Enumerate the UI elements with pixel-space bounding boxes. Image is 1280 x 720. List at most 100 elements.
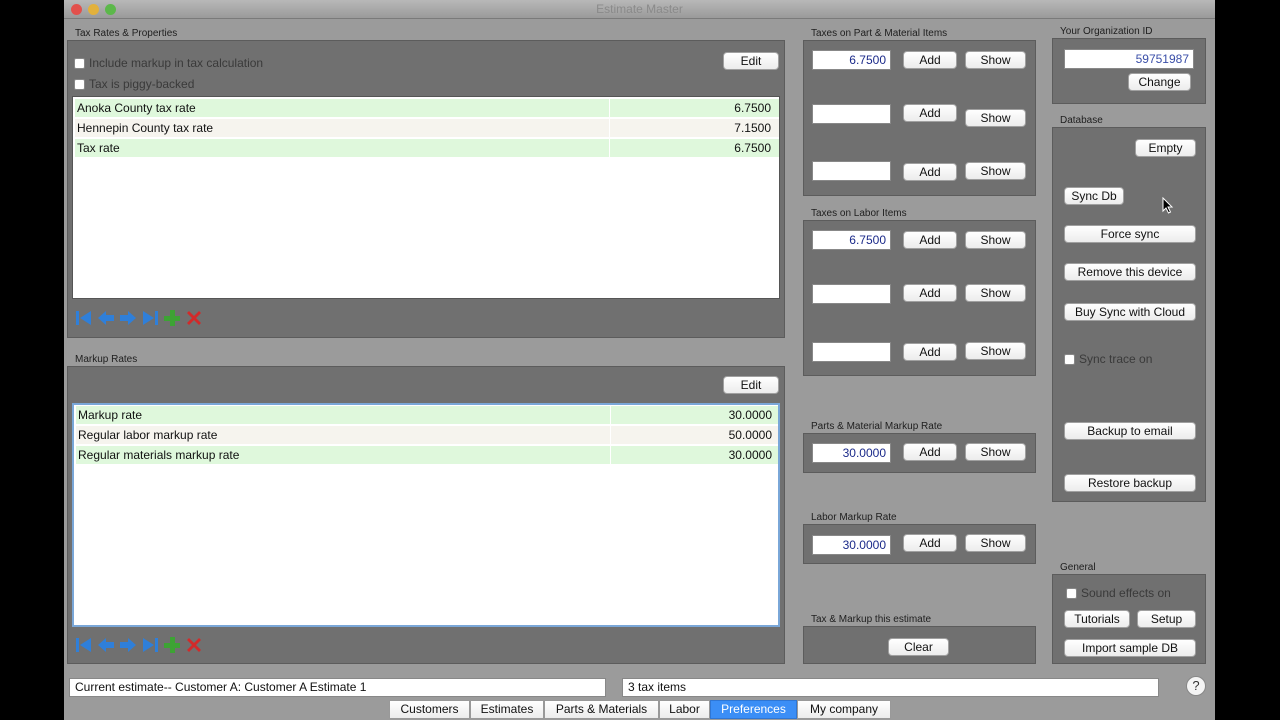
taxes-parts-show-button-2[interactable]: Show <box>965 109 1026 127</box>
parts-markup-section-label: Parts & Material Markup Rate <box>811 421 943 432</box>
last-record-icon[interactable] <box>140 308 160 328</box>
backup-email-button[interactable]: Backup to email <box>1064 422 1196 440</box>
row-value: 30.0000 <box>728 408 772 422</box>
window-title: Estimate Master <box>596 2 683 16</box>
org-id-field[interactable]: 59751987 <box>1064 49 1194 69</box>
taxes-labor-field-1[interactable]: 6.7500 <box>812 230 891 250</box>
change-org-button[interactable]: Change <box>1128 73 1191 91</box>
tab-parts-materials[interactable]: Parts & Materials <box>544 700 659 719</box>
sound-effects-label: Sound effects on <box>1081 586 1171 600</box>
checkbox-box[interactable] <box>1066 587 1077 599</box>
next-record-icon[interactable] <box>118 308 138 328</box>
taxes-parts-add-button-1[interactable]: Add <box>903 51 957 69</box>
tab-labor[interactable]: Labor <box>659 700 710 719</box>
org-panel <box>1052 38 1206 104</box>
force-sync-button[interactable]: Force sync <box>1064 225 1196 243</box>
previous-record-icon[interactable] <box>96 308 116 328</box>
table-row[interactable]: Regular labor markup rate 50.0000 <box>76 426 778 444</box>
taxes-parts-field-1[interactable]: 6.7500 <box>812 50 891 70</box>
delete-record-icon[interactable] <box>184 308 204 328</box>
sync-trace-label: Sync trace on <box>1079 352 1153 366</box>
buy-sync-button[interactable]: Buy Sync with Cloud <box>1064 303 1196 321</box>
row-name: Hennepin County tax rate <box>77 121 214 135</box>
checkbox-box[interactable] <box>1064 353 1075 365</box>
labor-markup-show-button[interactable]: Show <box>965 534 1026 552</box>
table-row[interactable]: Tax rate 6.7500 <box>75 139 779 157</box>
tab-customers[interactable]: Customers <box>389 700 470 719</box>
last-record-icon[interactable] <box>140 635 160 655</box>
remove-device-button[interactable]: Remove this device <box>1064 263 1196 281</box>
taxes-parts-show-button-3[interactable]: Show <box>965 162 1026 180</box>
labor-markup-section-label: Labor Markup Rate <box>811 512 897 523</box>
first-record-icon[interactable] <box>74 308 94 328</box>
piggy-backed-checkbox[interactable]: Tax is piggy-backed <box>74 77 194 91</box>
taxes-labor-field-3[interactable] <box>812 342 891 362</box>
estimate-tax-section-label: Tax & Markup this estimate <box>811 614 932 625</box>
taxes-parts-add-button-3[interactable]: Add <box>903 163 957 181</box>
empty-db-button[interactable]: Empty <box>1135 139 1196 157</box>
add-record-icon[interactable] <box>162 635 182 655</box>
restore-backup-button[interactable]: Restore backup <box>1064 474 1196 492</box>
taxes-parts-section-label: Taxes on Part & Material Items <box>811 28 948 39</box>
tab-my-company[interactable]: My company <box>797 700 891 719</box>
row-name: Regular labor markup rate <box>78 428 218 442</box>
table-row[interactable]: Hennepin County tax rate 7.1500 <box>75 119 779 137</box>
import-sample-db-button[interactable]: Import sample DB <box>1064 639 1196 657</box>
general-section-label: General <box>1060 562 1096 573</box>
row-value: 50.0000 <box>728 428 772 442</box>
parts-markup-show-button[interactable]: Show <box>965 443 1026 461</box>
taxes-parts-show-button-1[interactable]: Show <box>965 51 1026 69</box>
taxes-parts-add-button-2[interactable]: Add <box>903 104 957 122</box>
sync-db-button[interactable]: Sync Db <box>1064 187 1124 205</box>
delete-record-icon[interactable] <box>184 635 204 655</box>
sync-trace-checkbox[interactable]: Sync trace on <box>1064 352 1152 366</box>
database-section-label: Database <box>1060 115 1103 126</box>
tax-rates-table: Anoka County tax rate 6.7500 Hennepin Co… <box>72 96 780 299</box>
parts-markup-add-button[interactable]: Add <box>903 443 957 461</box>
labor-markup-add-button[interactable]: Add <box>903 534 957 552</box>
table-row[interactable]: Regular materials markup rate 30.0000 <box>76 446 778 464</box>
add-record-icon[interactable] <box>162 308 182 328</box>
sound-effects-checkbox[interactable]: Sound effects on <box>1066 586 1171 600</box>
org-section-label: Your Organization ID <box>1060 26 1153 37</box>
taxes-labor-show-button-1[interactable]: Show <box>965 231 1026 249</box>
previous-record-icon[interactable] <box>96 635 116 655</box>
parts-markup-field[interactable]: 30.0000 <box>812 443 891 463</box>
next-record-icon[interactable] <box>118 635 138 655</box>
table-row[interactable]: Anoka County tax rate 6.7500 <box>75 99 779 117</box>
taxes-labor-show-button-2[interactable]: Show <box>965 284 1026 302</box>
row-name: Markup rate <box>78 408 143 422</box>
checkbox-box[interactable] <box>74 78 85 90</box>
row-value: 7.1500 <box>734 121 771 135</box>
labor-markup-field[interactable]: 30.0000 <box>812 535 891 555</box>
tab-preferences[interactable]: Preferences <box>710 700 797 719</box>
table-row[interactable]: Markup rate 30.0000 <box>76 406 778 424</box>
taxes-parts-field-2[interactable] <box>812 104 891 124</box>
taxes-labor-section-label: Taxes on Labor Items <box>811 208 907 219</box>
checkbox-box[interactable] <box>74 57 85 69</box>
row-value: 30.0000 <box>728 448 772 462</box>
tax-rates-section-label: Tax Rates & Properties <box>75 28 178 39</box>
clear-button[interactable]: Clear <box>888 638 949 656</box>
setup-button[interactable]: Setup <box>1137 610 1196 628</box>
markup-rates-section-label: Markup Rates <box>75 354 138 365</box>
title-bar: Estimate Master <box>64 0 1215 19</box>
taxes-labor-add-button-3[interactable]: Add <box>903 343 957 361</box>
tutorials-button[interactable]: Tutorials <box>1064 610 1130 628</box>
current-estimate-status: Current estimate-- Customer A: Customer … <box>69 678 606 697</box>
taxes-labor-show-button-3[interactable]: Show <box>965 342 1026 360</box>
help-icon[interactable]: ? <box>1186 676 1206 696</box>
row-value: 6.7500 <box>734 141 771 155</box>
taxes-parts-field-3[interactable] <box>812 161 891 181</box>
tax-rates-edit-button[interactable]: Edit <box>723 52 779 70</box>
piggy-backed-label: Tax is piggy-backed <box>89 77 195 91</box>
markup-rates-edit-button[interactable]: Edit <box>723 376 779 394</box>
include-markup-checkbox[interactable]: Include markup in tax calculation <box>74 56 263 70</box>
row-name: Regular materials markup rate <box>78 448 240 462</box>
taxes-labor-field-2[interactable] <box>812 284 891 304</box>
first-record-icon[interactable] <box>74 635 94 655</box>
mouse-cursor-icon <box>1162 197 1174 214</box>
taxes-labor-add-button-1[interactable]: Add <box>903 231 957 249</box>
taxes-labor-add-button-2[interactable]: Add <box>903 284 957 302</box>
tab-estimates[interactable]: Estimates <box>470 700 544 719</box>
